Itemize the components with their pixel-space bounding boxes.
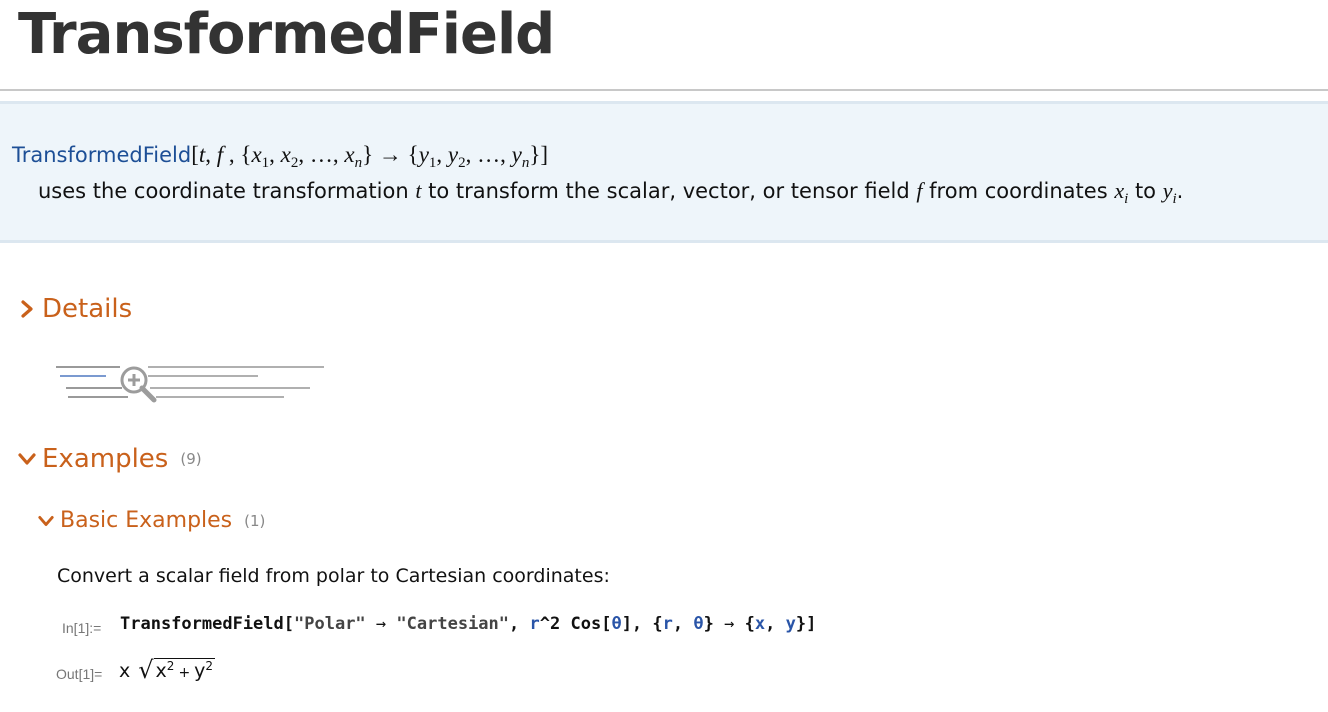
- examples-section-toggle[interactable]: Examples (9): [18, 444, 202, 474]
- details-label: Details: [42, 294, 133, 324]
- usage-description: uses the coordinate transformation t to …: [38, 178, 1184, 207]
- basic-examples-section-toggle[interactable]: Basic Examples (1): [38, 508, 265, 533]
- basic-examples-label: Basic Examples: [60, 508, 233, 533]
- chevron-down-icon: [18, 453, 36, 465]
- examples-label: Examples: [42, 444, 169, 474]
- input-code[interactable]: TransformedField["Polar" → "Cartesian", …: [120, 614, 816, 634]
- input-cell-label: In[1]:=: [62, 620, 102, 636]
- examples-count: (9): [180, 450, 202, 468]
- signature-arguments: [t, f , {x1, x2, …, xn} → {y1, y2, …, yn…: [191, 142, 549, 171]
- function-link[interactable]: TransformedField: [12, 143, 191, 167]
- output-expression: x √ x2 + y2: [119, 656, 216, 684]
- details-thumbnail-preview: [56, 366, 324, 398]
- chevron-right-icon: [21, 300, 33, 318]
- usage-box: TransformedField[t, f , {x1, x2, …, xn} …: [0, 101, 1328, 243]
- zoom-in-icon: [120, 366, 157, 403]
- basic-examples-count: (1): [244, 511, 266, 530]
- page-title: TransformedField: [18, 2, 555, 67]
- details-thumbnail[interactable]: [54, 362, 326, 406]
- usage-signature: TransformedField[t, f , {x1, x2, …, xn} …: [12, 142, 548, 172]
- details-section-toggle[interactable]: Details: [18, 294, 132, 324]
- title-divider: [0, 89, 1328, 91]
- output-cell-label: Out[1]=: [56, 666, 103, 682]
- example-caption: Convert a scalar field from polar to Car…: [57, 565, 610, 587]
- chevron-down-icon: [38, 515, 54, 526]
